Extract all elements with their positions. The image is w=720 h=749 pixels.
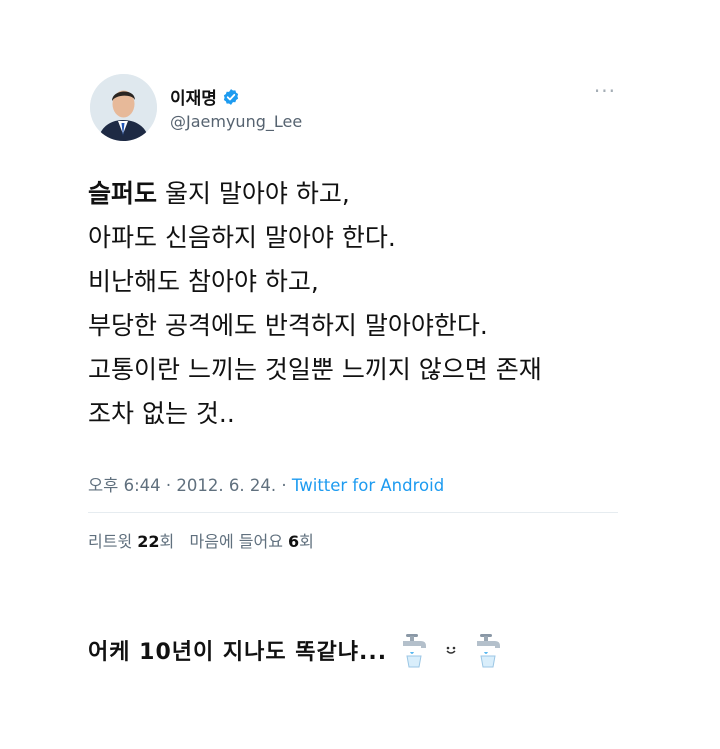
tweet-date[interactable]: 2012. 6. 24. — [176, 476, 276, 495]
tweet-line: 아파도 신음하지 말아야 한다. — [88, 223, 396, 252]
display-name-text[interactable]: 이재명 — [170, 84, 217, 109]
likes-count: 6 — [288, 532, 300, 551]
likes-stat[interactable]: 마음에 들어요 6회 — [190, 532, 314, 551]
handle[interactable]: @Jaemyung_Lee — [170, 112, 302, 131]
avatar[interactable] — [90, 74, 157, 141]
smiling-face-icon — [441, 640, 461, 660]
likes-unit: 회 — [299, 532, 314, 551]
caption-text: 어케 10년이 지나도 똑같냐... — [88, 640, 388, 665]
caption: 어케 10년이 지나도 똑같냐... — [88, 632, 503, 668]
faucet-icon — [399, 632, 429, 668]
tweet-line: 부당한 공격에도 반격하지 말아야한다. — [88, 311, 488, 340]
display-name[interactable]: 이재명 — [170, 84, 240, 109]
meta-separator: · — [281, 476, 292, 495]
tweet-line: 조차 없는 것.. — [88, 399, 235, 428]
tweet-line: 고통이란 느끼는 것일뿐 느끼지 않으면 존재 — [88, 355, 542, 384]
retweets-label: 리트윗 — [88, 532, 133, 551]
tweet-card: 이재명 @Jaemyung_Lee ··· 슬퍼도 울지 말아야 하고, 아파도… — [72, 52, 644, 574]
more-options-icon[interactable]: ··· — [594, 81, 616, 101]
tweet-header: 이재명 @Jaemyung_Lee ··· — [90, 74, 644, 144]
tweet-text: 슬퍼도 울지 말아야 하고, 아파도 신음하지 말아야 한다. 비난해도 참아야… — [88, 172, 628, 436]
meta-separator: · — [165, 476, 177, 495]
tweet-source-link[interactable]: Twitter for Android — [292, 476, 444, 495]
tweet-line: 비난해도 참아야 하고, — [88, 267, 319, 296]
tweet-stats: 리트윗 22회 마음에 들어요 6회 — [88, 528, 314, 552]
tweet-line-rest: 울지 말아야 하고, — [157, 179, 350, 208]
verified-badge-icon — [223, 88, 239, 105]
likes-label: 마음에 들어요 — [189, 532, 283, 551]
tweet-time[interactable]: 오후 6:44 — [88, 476, 161, 495]
tweet-meta: 오후 6:44 · 2012. 6. 24. · Twitter for And… — [88, 472, 444, 496]
retweets-unit: 회 — [159, 532, 175, 551]
faucet-icon — [473, 632, 503, 668]
divider — [88, 512, 618, 513]
tweet-line: 슬퍼도 울지 말아야 하고, — [88, 172, 628, 216]
retweets-stat[interactable]: 리트윗 22회 — [88, 532, 174, 551]
tweet-bold-word: 슬퍼도 — [88, 179, 158, 208]
retweets-count: 22 — [137, 532, 160, 551]
